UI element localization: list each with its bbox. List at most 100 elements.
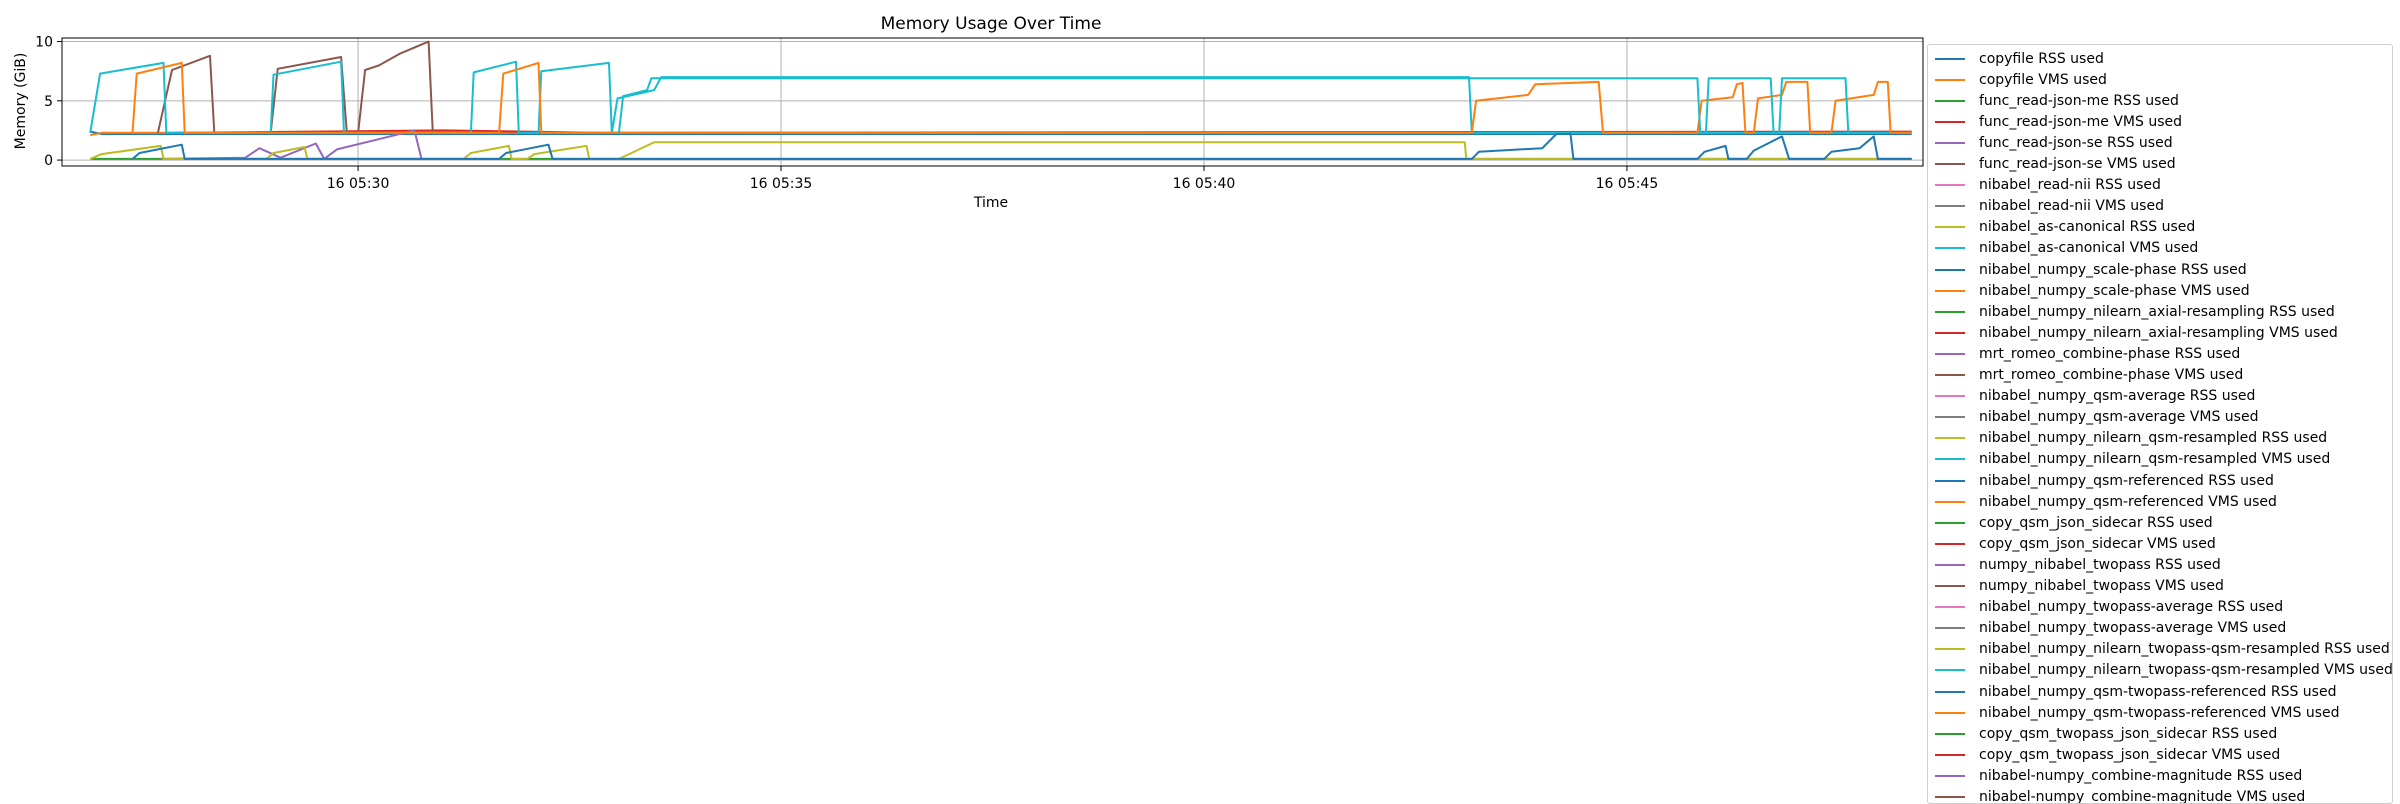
legend-label: nibabel_numpy_twopass-average VMS used	[1979, 620, 2286, 636]
legend-swatch	[1935, 458, 1965, 460]
legend-item: mrt_romeo_combine-phase VMS used	[1928, 365, 2243, 386]
legend-label: nibabel_as-canonical RSS used	[1979, 219, 2195, 235]
x-tick-label: 16 05:30	[327, 176, 390, 192]
legend-item: nibabel_numpy_twopass-average VMS used	[1928, 618, 2286, 639]
legend-label: numpy_nibabel_twopass VMS used	[1979, 578, 2224, 594]
legend-swatch	[1935, 100, 1965, 102]
legend-swatch	[1935, 416, 1965, 418]
legend-swatch	[1935, 522, 1965, 524]
legend-item: func_read-json-me VMS used	[1928, 111, 2182, 132]
legend-item: nibabel_numpy_nilearn_qsm-resampled RSS …	[1928, 428, 2327, 449]
chart-title: Memory Usage Over Time	[881, 14, 1102, 34]
legend-swatch	[1935, 332, 1965, 334]
legend-label: nibabel_numpy_qsm-average VMS used	[1979, 409, 2258, 425]
legend-swatch	[1935, 121, 1965, 123]
legend-label: nibabel_numpy_qsm-referenced VMS used	[1979, 494, 2277, 510]
legend-swatch	[1935, 163, 1965, 165]
legend-label: copy_qsm_json_sidecar VMS used	[1979, 536, 2216, 552]
legend-item: nibabel-numpy_combine-magnitude RSS used	[1928, 765, 2302, 786]
series-line-19	[619, 78, 1848, 133]
legend-item: nibabel_numpy_scale-phase VMS used	[1928, 280, 2250, 301]
legend-swatch	[1935, 733, 1965, 735]
legend-label: mrt_romeo_combine-phase VMS used	[1979, 367, 2243, 383]
y-axis-label: Memory (GiB)	[13, 53, 29, 150]
legend-label: nibabel_numpy_nilearn_twopass-qsm-resamp…	[1979, 662, 2393, 678]
legend-item: nibabel_as-canonical VMS used	[1928, 238, 2198, 259]
legend-swatch	[1935, 648, 1965, 650]
legend-label: func_read-json-se VMS used	[1979, 156, 2176, 172]
legend-item: nibabel_numpy_nilearn_axial-resampling V…	[1928, 322, 2338, 343]
legend-label: nibabel_numpy_qsm-twopass-referenced VMS…	[1979, 705, 2340, 721]
legend-item: nibabel_numpy_nilearn_axial-resampling R…	[1928, 301, 2335, 322]
legend-item: copy_qsm_twopass_json_sidecar VMS used	[1928, 744, 2280, 765]
legend-label: nibabel-numpy_combine-magnitude VMS used	[1979, 789, 2305, 804]
legend-swatch	[1935, 247, 1965, 249]
legend-item: copyfile VMS used	[1928, 69, 2107, 90]
legend-label: nibabel_numpy_scale-phase VMS used	[1979, 283, 2250, 299]
legend-swatch	[1935, 712, 1965, 714]
legend-swatch	[1935, 205, 1965, 207]
legend-label: copyfile VMS used	[1979, 72, 2107, 88]
legend-item: nibabel-numpy_combine-magnitude VMS used	[1928, 787, 2305, 804]
legend-item: nibabel_read-nii VMS used	[1928, 196, 2164, 217]
series-line-11	[133, 63, 1912, 133]
legend-swatch	[1935, 606, 1965, 608]
legend-item: nibabel_numpy_nilearn_qsm-resampled VMS …	[1928, 449, 2330, 470]
x-tick-label: 16 05:35	[750, 176, 813, 192]
legend-item: func_read-json-me RSS used	[1928, 90, 2179, 111]
y-axis-ticks: 0510	[35, 35, 62, 170]
legend-label: copy_qsm_twopass_json_sidecar VMS used	[1979, 747, 2280, 763]
legend-item: nibabel_numpy_nilearn_twopass-qsm-resamp…	[1928, 639, 2390, 660]
legend-item: nibabel_read-nii RSS used	[1928, 175, 2161, 196]
legend-item: copyfile RSS used	[1928, 48, 2104, 69]
legend-label: nibabel_read-nii VMS used	[1979, 198, 2164, 214]
y-tick-label: 0	[44, 153, 53, 169]
legend-item: nibabel_numpy_qsm-twopass-referenced RSS…	[1928, 681, 2336, 702]
legend-swatch	[1935, 142, 1965, 144]
legend-item: nibabel_as-canonical RSS used	[1928, 217, 2195, 238]
plot-area	[90, 42, 1912, 159]
legend-item: mrt_romeo_combine-phase RSS used	[1928, 343, 2240, 364]
legend-label: nibabel_numpy_qsm-twopass-referenced RSS…	[1979, 684, 2336, 700]
legend-label: copy_qsm_twopass_json_sidecar RSS used	[1979, 726, 2277, 742]
legend-label: nibabel_numpy_nilearn_axial-resampling R…	[1979, 304, 2335, 320]
legend-label: nibabel_numpy_scale-phase RSS used	[1979, 262, 2247, 278]
legend-swatch	[1935, 437, 1965, 439]
x-tick-label: 16 05:40	[1173, 176, 1236, 192]
legend-swatch	[1935, 184, 1965, 186]
legend-label: func_read-json-me VMS used	[1979, 114, 2182, 130]
series-line-9	[90, 62, 1912, 133]
chart-legend: copyfile RSS used copyfile VMS used func_r…	[1927, 44, 2393, 804]
legend-swatch	[1935, 353, 1965, 355]
series-line-5	[158, 42, 433, 133]
legend-item: nibabel_numpy_qsm-average VMS used	[1928, 407, 2258, 428]
series-line-10	[133, 134, 1912, 159]
legend-label: nibabel_numpy_twopass-average RSS used	[1979, 599, 2283, 615]
legend-label: nibabel_numpy_qsm-referenced RSS used	[1979, 473, 2274, 489]
legend-swatch	[1935, 269, 1965, 271]
legend-swatch	[1935, 691, 1965, 693]
legend-item: copy_qsm_twopass_json_sidecar RSS used	[1928, 723, 2277, 744]
legend-swatch	[1935, 796, 1965, 798]
legend-label: func_read-json-se RSS used	[1979, 135, 2173, 151]
legend-swatch	[1935, 564, 1965, 566]
legend-item: nibabel_numpy_qsm-referenced VMS used	[1928, 491, 2277, 512]
legend-swatch	[1935, 501, 1965, 503]
legend-swatch	[1935, 543, 1965, 545]
legend-swatch	[1935, 79, 1965, 81]
legend-label: nibabel_as-canonical VMS used	[1979, 240, 2198, 256]
legend-label: mrt_romeo_combine-phase RSS used	[1979, 346, 2240, 362]
legend-item: nibabel_numpy_scale-phase RSS used	[1928, 259, 2247, 280]
memory-usage-chart: Memory Usage Over Time 16 05:30 16 05:35 1…	[0, 0, 1925, 800]
legend-label: nibabel_numpy_qsm-average RSS used	[1979, 388, 2255, 404]
legend-label: nibabel_numpy_nilearn_qsm-resampled VMS …	[1979, 451, 2330, 467]
x-tick-label: 16 05:45	[1596, 176, 1659, 192]
legend-swatch	[1935, 669, 1965, 671]
legend-swatch	[1935, 395, 1965, 397]
legend-swatch	[1935, 311, 1965, 313]
legend-label: nibabel_numpy_nilearn_axial-resampling V…	[1979, 325, 2338, 341]
legend-label: nibabel-numpy_combine-magnitude RSS used	[1979, 768, 2302, 784]
legend-swatch	[1935, 58, 1965, 60]
y-tick-label: 5	[44, 94, 53, 110]
series-lines	[90, 42, 1912, 159]
